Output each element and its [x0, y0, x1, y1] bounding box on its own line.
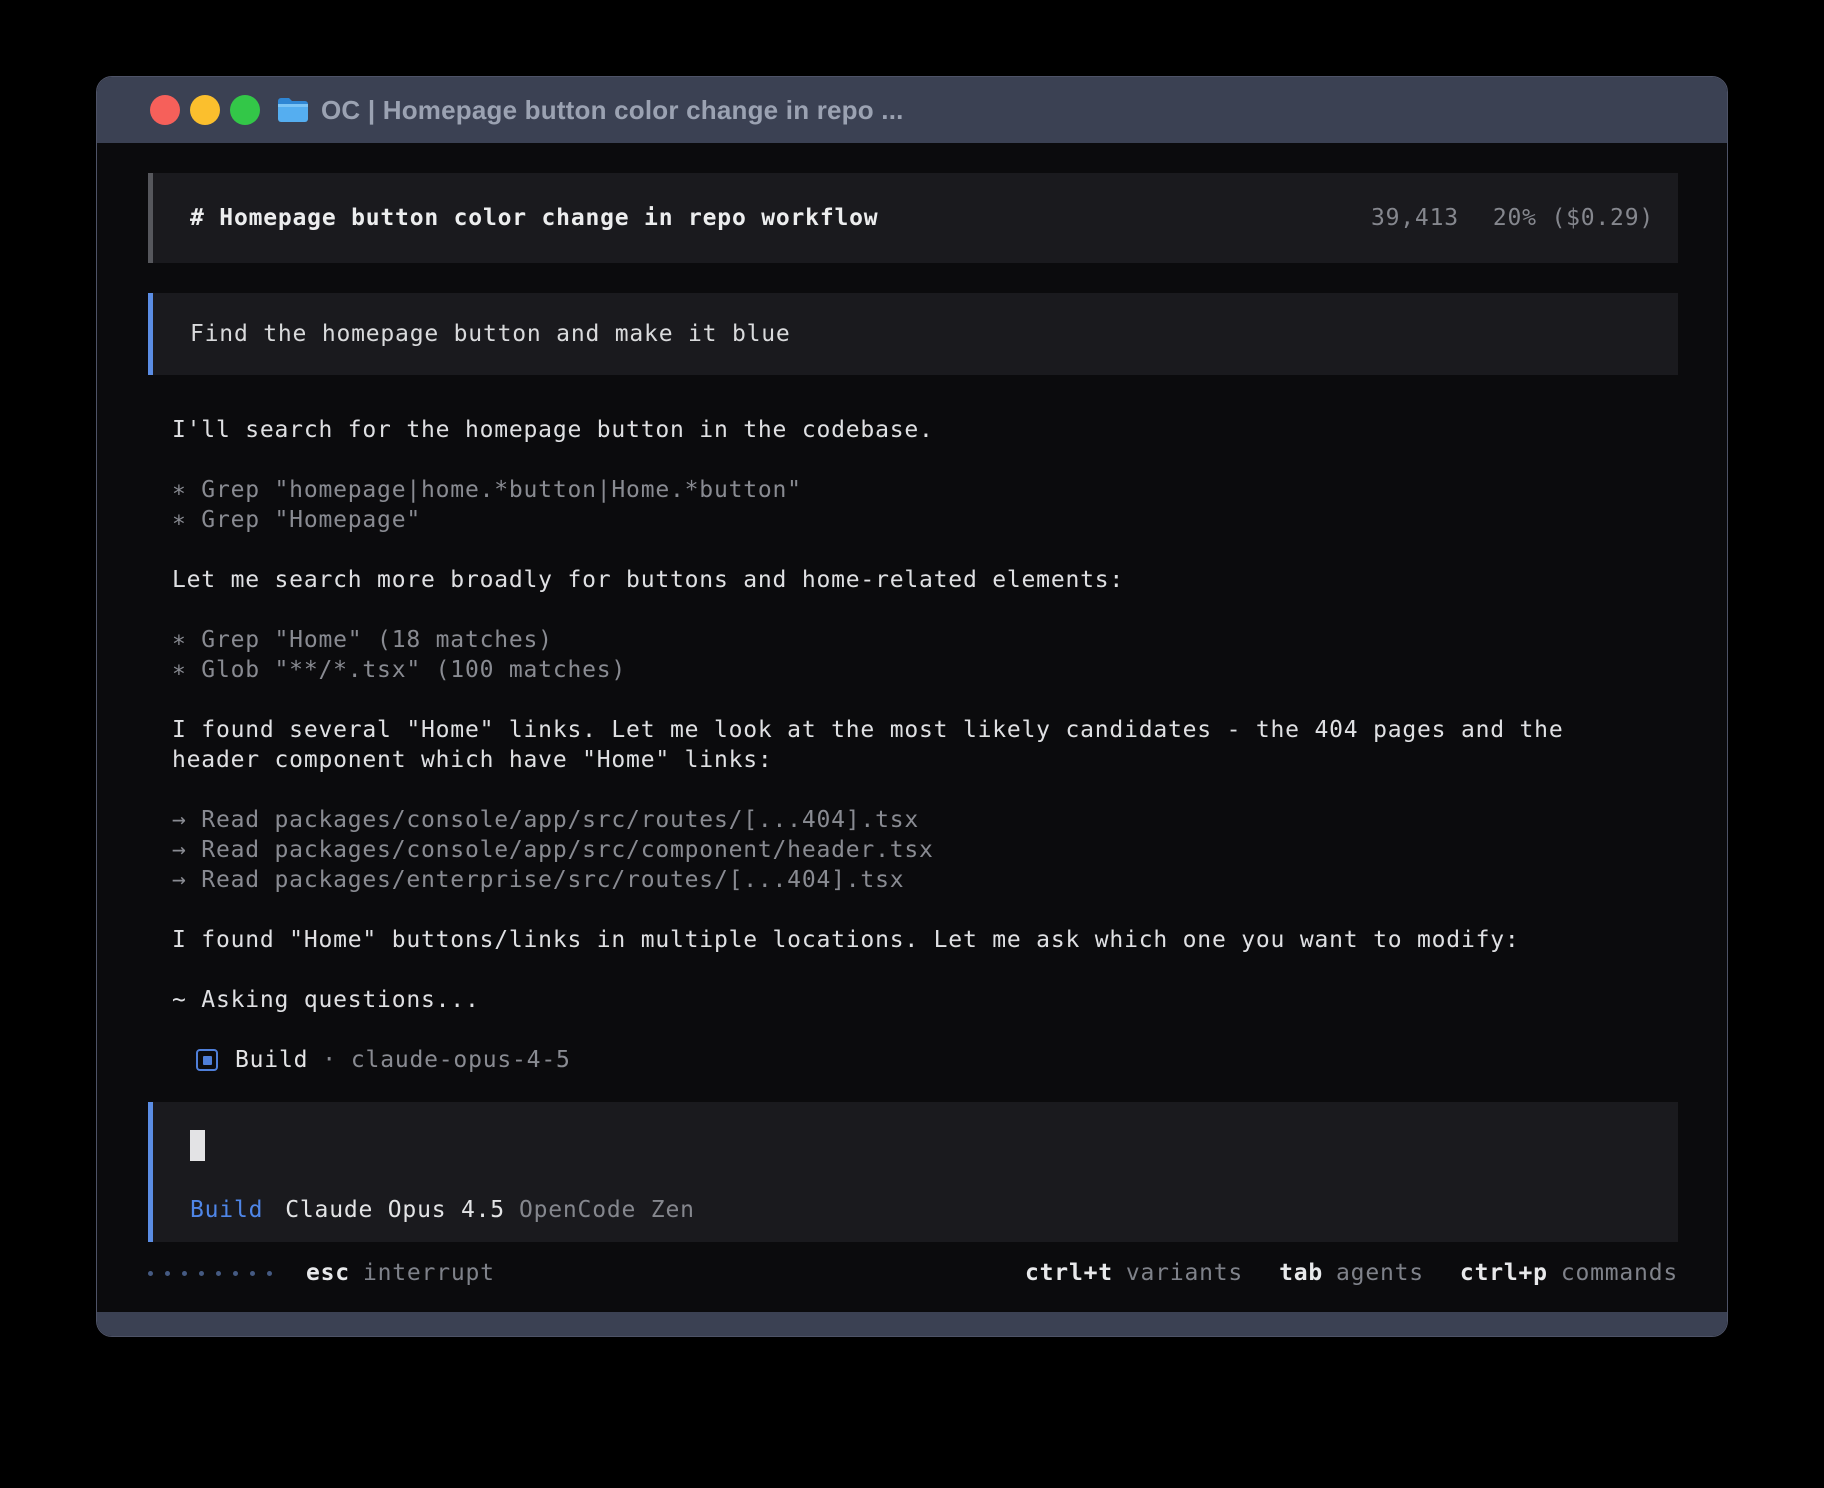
mode-line: Build Claude Opus 4.5 OpenCode Zen [190, 1195, 1641, 1225]
user-message-text: Find the homepage button and make it blu… [190, 321, 791, 347]
assistant-message: I'll search for the homepage button in t… [148, 415, 1628, 445]
tool-call-line: ∗ Grep "homepage|home.*button|Home.*butt… [172, 475, 1628, 505]
tool-call-group: ∗ Grep "homepage|home.*button|Home.*butt… [148, 475, 1628, 535]
text-cursor [190, 1130, 205, 1161]
zoom-button[interactable] [230, 95, 260, 125]
ctrl-p-key: ctrl+p [1460, 1258, 1548, 1288]
read-call-line: → Read packages/console/app/src/componen… [172, 835, 1628, 865]
ctrl-t-key: ctrl+t [1025, 1258, 1113, 1288]
mode-provider-name: OpenCode Zen [519, 1195, 695, 1225]
session-title: # Homepage button color change in repo w… [190, 203, 878, 233]
assistant-status-text: ~ Asking questions... [172, 985, 1628, 1015]
window-title: OC | Homepage button color change in rep… [321, 95, 904, 125]
tool-call-line: ∗ Grep "Home" (18 matches) [172, 625, 1628, 655]
token-count: 39,413 [1371, 203, 1459, 233]
commands-label: commands [1561, 1258, 1678, 1288]
assistant-message: I found "Home" buttons/links in multiple… [148, 925, 1628, 955]
mode-agent-label: Build [190, 1195, 263, 1225]
prompt-input[interactable]: Build Claude Opus 4.5 OpenCode Zen [148, 1102, 1678, 1242]
read-call-line: → Read packages/console/app/src/routes/[… [172, 805, 1628, 835]
status-bar-left: esc interrupt [148, 1258, 495, 1288]
terminal-content: # Homepage button color change in repo w… [97, 143, 1727, 1312]
agent-name: Build [235, 1045, 308, 1075]
assistant-text: I'll search for the homepage button in t… [172, 415, 1628, 445]
read-call-line: → Read packages/enterprise/src/routes/[.… [172, 865, 1628, 895]
folder-icon [277, 97, 309, 123]
minimize-button[interactable] [190, 95, 220, 125]
variants-label: variants [1126, 1258, 1243, 1288]
commands-hint: ctrl+p commands [1460, 1258, 1678, 1288]
status-bar: esc interrupt ctrl+t variants tab agents… [148, 1258, 1678, 1288]
assistant-status: ~ Asking questions... [148, 985, 1628, 1015]
session-meta: 39,413 20% ($0.29) [1371, 203, 1654, 233]
assistant-text: I found "Home" buttons/links in multiple… [172, 925, 1628, 955]
agent-model: claude-opus-4-5 [351, 1045, 571, 1075]
context-usage: 20% ($0.29) [1493, 203, 1654, 233]
esc-key: esc [306, 1258, 350, 1288]
assistant-message: I found several "Home" links. Let me loo… [148, 715, 1572, 775]
variants-hint: ctrl+t variants [1025, 1258, 1243, 1288]
interrupt-label: interrupt [363, 1258, 495, 1288]
titlebar[interactable]: OC | Homepage button color change in rep… [97, 77, 1727, 143]
spinner-dots [148, 1271, 272, 1276]
terminal-window: OC | Homepage button color change in rep… [96, 76, 1728, 1337]
assistant-text: I found several "Home" links. Let me loo… [172, 715, 1572, 775]
tool-call-line: ∗ Glob "**/*.tsx" (100 matches) [172, 655, 1628, 685]
mode-model-name: Claude Opus 4.5 [285, 1195, 505, 1225]
agent-status-row: Build · claude-opus-4-5 [148, 1045, 1678, 1075]
agent-separator: · [322, 1045, 337, 1075]
tool-call-group: → Read packages/console/app/src/routes/[… [148, 805, 1628, 895]
assistant-text: Let me search more broadly for buttons a… [172, 565, 1628, 595]
status-bar-right: ctrl+t variants tab agents ctrl+p comman… [1025, 1258, 1678, 1288]
tool-call-line: ∗ Grep "Homepage" [172, 505, 1628, 535]
agents-label: agents [1336, 1258, 1424, 1288]
agents-hint: tab agents [1279, 1258, 1424, 1288]
build-agent-icon [196, 1049, 218, 1071]
user-message: Find the homepage button and make it blu… [148, 293, 1678, 375]
assistant-message: Let me search more broadly for buttons a… [148, 565, 1628, 595]
traffic-lights [150, 95, 260, 125]
close-button[interactable] [150, 95, 180, 125]
interrupt-hint: esc interrupt [306, 1258, 495, 1288]
tool-call-group: ∗ Grep "Home" (18 matches) ∗ Glob "**/*.… [148, 625, 1628, 685]
session-header: # Homepage button color change in repo w… [148, 173, 1678, 263]
window-bottom-strip [97, 1312, 1727, 1336]
tab-key: tab [1279, 1258, 1323, 1288]
